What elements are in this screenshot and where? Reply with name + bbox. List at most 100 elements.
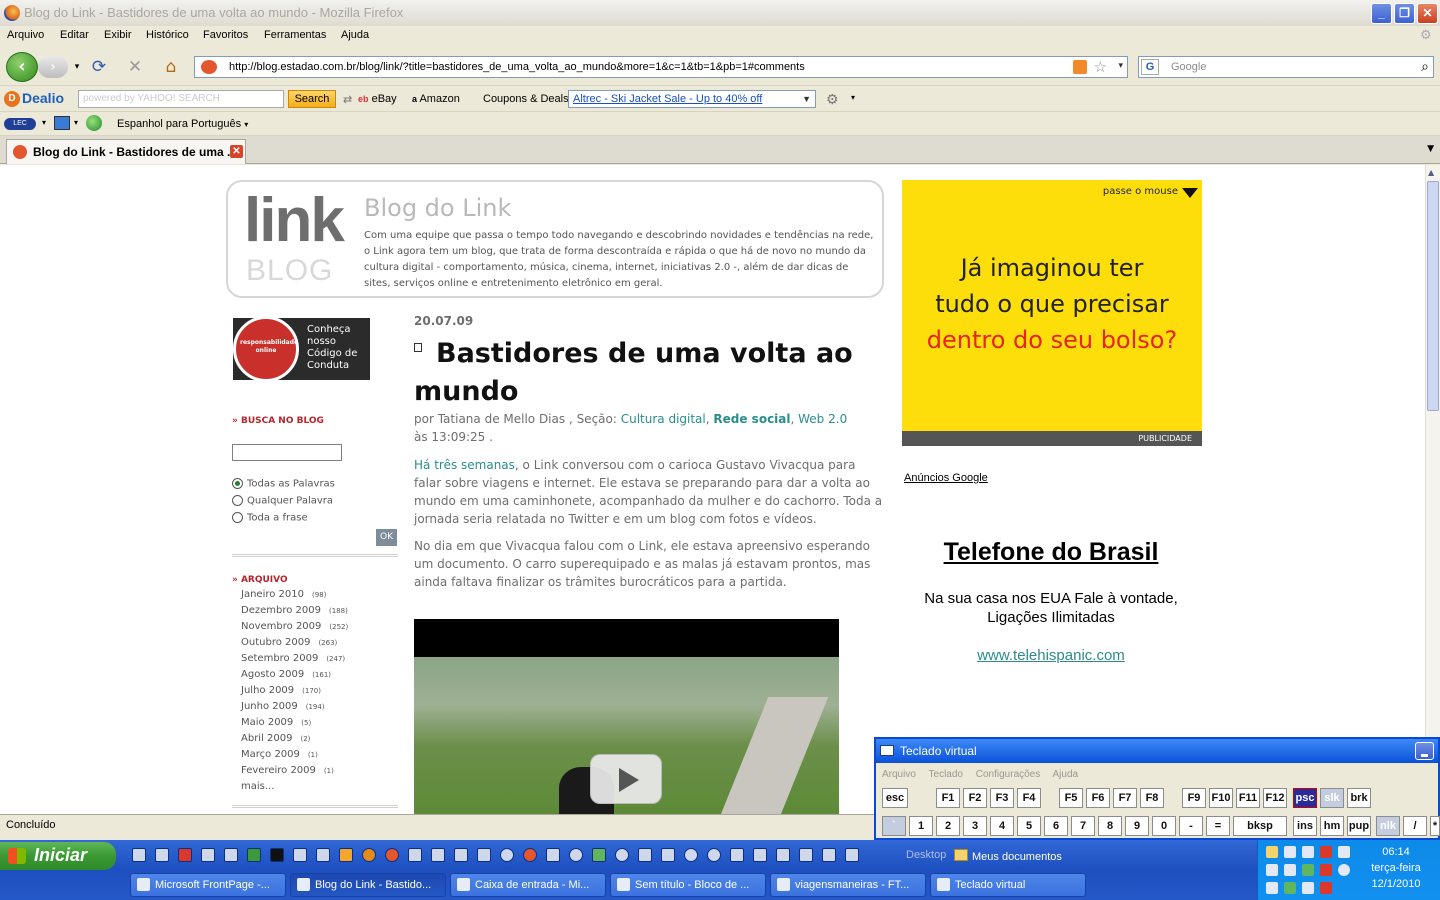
reload-icon[interactable]: ⟳: [88, 56, 110, 78]
archive-item[interactable]: Março 2009 (1): [241, 747, 348, 763]
key-f11[interactable]: F11: [1236, 788, 1260, 808]
banner-ad[interactable]: passe o mouse Já imaginou ter tudo o que…: [902, 180, 1202, 431]
back-button[interactable]: ‹: [6, 52, 38, 82]
quicklaunch-app-icon[interactable]: [316, 848, 330, 862]
key-2[interactable]: 2: [936, 816, 960, 836]
blog-search-input[interactable]: [232, 444, 342, 461]
tray-icon[interactable]: [1302, 882, 1314, 894]
archive-item[interactable]: Fevereiro 2009 (1): [241, 763, 348, 779]
desktop-toolbar-label[interactable]: Desktop: [906, 849, 946, 861]
menu-ajuda[interactable]: Ajuda: [341, 29, 369, 41]
quicklaunch-firefox-icon[interactable]: [385, 848, 399, 862]
menu-favoritos[interactable]: Favoritos: [203, 29, 248, 41]
key-equals[interactable]: =: [1206, 816, 1230, 836]
section-link-web-2[interactable]: Web 2.0: [798, 412, 847, 426]
quicklaunch-document-icon[interactable]: [845, 848, 859, 862]
key-pgup[interactable]: pup: [1347, 816, 1371, 836]
quicklaunch-app-icon[interactable]: [638, 848, 652, 862]
key-f9[interactable]: F9: [1182, 788, 1206, 808]
quicklaunch-app-icon[interactable]: [523, 848, 537, 862]
quicklaunch-app-icon[interactable]: [339, 848, 353, 862]
settings-dropdown-icon[interactable]: ▾: [851, 93, 855, 102]
start-button[interactable]: Iniciar: [0, 842, 116, 870]
tray-icon[interactable]: [1320, 846, 1332, 858]
archive-item[interactable]: Janeiro 2010 (98): [241, 587, 348, 603]
tray-icon[interactable]: [1266, 882, 1278, 894]
quicklaunch-outlook-icon[interactable]: [155, 848, 169, 862]
tab-close-icon[interactable]: ✕: [230, 145, 243, 158]
tray-icon[interactable]: [1284, 882, 1296, 894]
quicklaunch-app-icon[interactable]: [615, 848, 629, 862]
monitor-dropdown-icon[interactable]: ▾: [74, 118, 78, 127]
rss-feed-icon[interactable]: [1073, 60, 1087, 74]
taskbar-button-frontpage[interactable]: Microsoft FrontPage -...: [130, 873, 286, 897]
key-f7[interactable]: F7: [1113, 788, 1137, 808]
telefone-ad-title[interactable]: Telefone do Brasil: [902, 538, 1200, 567]
key-minus[interactable]: -: [1179, 816, 1203, 836]
vkb-menu-ajuda[interactable]: Ajuda: [1052, 769, 1078, 780]
quicklaunch-app-icon[interactable]: [454, 848, 468, 862]
tray-icon[interactable]: [1284, 846, 1296, 858]
tray-icon[interactable]: [1320, 882, 1332, 894]
taskbar-button-firefox[interactable]: Blog do Link - Bastido...: [290, 873, 446, 897]
lec-dropdown-icon[interactable]: ▾: [42, 118, 46, 127]
key-divide[interactable]: /: [1403, 816, 1427, 836]
my-documents-link[interactable]: Meus documentos: [954, 849, 1062, 863]
quicklaunch-excel-icon[interactable]: [247, 848, 261, 862]
google-ads-link[interactable]: Anúncios Google: [904, 472, 988, 484]
key-esc[interactable]: esc: [882, 788, 908, 808]
key-slk[interactable]: slk: [1320, 788, 1344, 808]
tray-icon[interactable]: [1284, 864, 1296, 876]
search-icon[interactable]: ⌕: [1421, 58, 1429, 75]
key-f3[interactable]: F3: [990, 788, 1014, 808]
virtual-keyboard-title-bar[interactable]: Teclado virtual: [876, 739, 1438, 763]
key-8[interactable]: 8: [1098, 816, 1122, 836]
key-backspace[interactable]: bksp: [1233, 816, 1287, 836]
clock[interactable]: 06:14 terça-feira 12/1/2010: [1354, 844, 1438, 892]
archive-item[interactable]: Novembro 2009 (252): [241, 619, 348, 635]
archive-item[interactable]: Julho 2009 (170): [241, 683, 348, 699]
scroll-up-icon[interactable]: ▲: [1428, 168, 1434, 177]
taskbar-button-ftp[interactable]: viagensmaneiras - FT...: [770, 873, 926, 897]
post-link-tres-semanas[interactable]: Há três semanas: [414, 458, 515, 472]
list-all-tabs-icon[interactable]: ▼: [1427, 144, 1434, 154]
history-dropdown-icon[interactable]: ▾: [66, 56, 88, 78]
play-icon[interactable]: [590, 754, 662, 804]
tab-blog-do-link[interactable]: Blog do Link - Bastidores de uma ... ✕: [6, 139, 246, 164]
archive-more-link[interactable]: mais...: [241, 779, 348, 795]
key-3[interactable]: 3: [963, 816, 987, 836]
tray-icon[interactable]: [1320, 864, 1332, 876]
quicklaunch-document-icon[interactable]: [822, 848, 836, 862]
radio-any-word[interactable]: Qualquer Palavra: [232, 495, 333, 507]
quicklaunch-app-icon[interactable]: [546, 848, 560, 862]
quicklaunch-document-icon[interactable]: [753, 848, 767, 862]
key-numlock[interactable]: nlk: [1376, 816, 1400, 836]
key-6[interactable]: 6: [1044, 816, 1068, 836]
quicklaunch-app-icon[interactable]: [477, 848, 491, 862]
quicklaunch-frontpage-icon[interactable]: [201, 848, 215, 862]
vkb-menu-teclado[interactable]: Teclado: [929, 769, 963, 780]
video-player[interactable]: [414, 619, 839, 814]
key-0[interactable]: 0: [1152, 816, 1176, 836]
quicklaunch-app-icon[interactable]: [431, 848, 445, 862]
amazon-button[interactable]: a Amazon: [412, 93, 460, 105]
forward-button[interactable]: ›: [38, 56, 68, 78]
archive-item[interactable]: Junho 2009 (194): [241, 699, 348, 715]
url-dropdown-icon[interactable]: ▾: [1118, 60, 1123, 71]
monitor-icon[interactable]: [54, 116, 70, 130]
bookmark-star-icon[interactable]: ☆: [1094, 58, 1107, 76]
translation-direction-dropdown[interactable]: Espanhol para Português ▾: [117, 118, 248, 130]
key-f10[interactable]: F10: [1209, 788, 1233, 808]
key-psc[interactable]: psc: [1293, 788, 1317, 808]
key-1[interactable]: 1: [909, 816, 933, 836]
archive-item[interactable]: Outubro 2009 (263): [241, 635, 348, 651]
dealio-logo[interactable]: D Dealio: [4, 90, 64, 108]
virtual-keyboard-window[interactable]: Teclado virtual Arquivo Teclado Configur…: [874, 737, 1440, 840]
search-engine-icon[interactable]: G: [1141, 59, 1159, 75]
key-4[interactable]: 4: [990, 816, 1014, 836]
quicklaunch-app-icon[interactable]: [707, 848, 721, 862]
taskbar-button-notepad[interactable]: Sem título - Bloco de ...: [610, 873, 766, 897]
key-5[interactable]: 5: [1017, 816, 1041, 836]
globe-icon[interactable]: [86, 115, 102, 131]
dealio-search-button[interactable]: Search: [288, 90, 336, 108]
